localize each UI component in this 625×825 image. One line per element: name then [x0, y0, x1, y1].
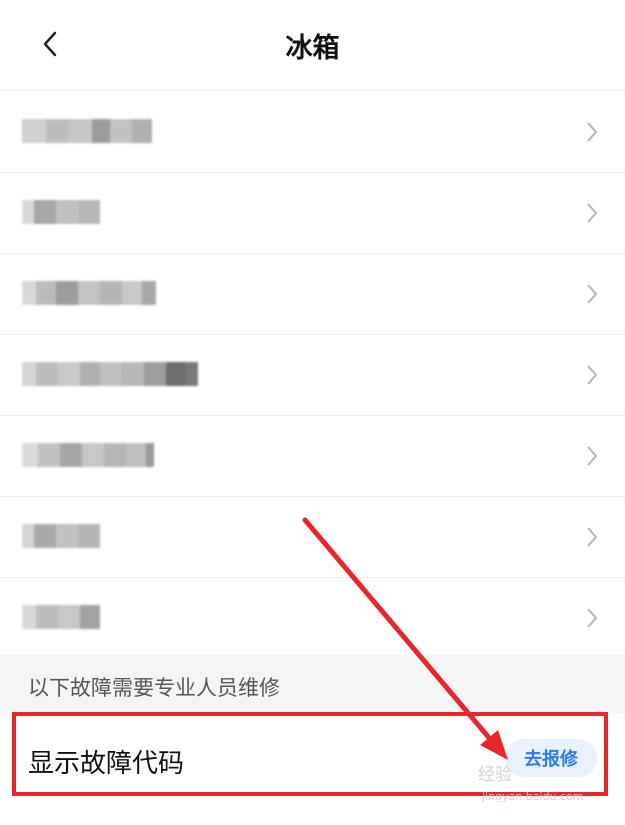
fault-list	[0, 92, 625, 659]
chevron-right-icon	[587, 203, 598, 223]
list-item[interactable]	[0, 578, 625, 659]
obscured-label	[22, 362, 198, 386]
chevron-right-icon	[587, 365, 598, 385]
list-item[interactable]	[0, 92, 625, 173]
list-item[interactable]	[0, 335, 625, 416]
obscured-label	[22, 605, 100, 629]
watermark-url: jingyan.baidu.com	[482, 790, 584, 803]
obscured-label	[22, 281, 156, 305]
list-item[interactable]	[0, 173, 625, 254]
chevron-right-icon	[587, 527, 598, 547]
chevron-right-icon	[587, 608, 598, 628]
list-item[interactable]	[0, 497, 625, 578]
section-header-label: 以下故障需要专业人员维修	[28, 676, 280, 700]
obscured-label	[22, 524, 100, 548]
watermark: 经验	[478, 765, 512, 785]
obscured-label	[22, 443, 154, 467]
chevron-right-icon	[587, 446, 598, 466]
obscured-label	[22, 119, 152, 143]
chevron-right-icon	[587, 284, 598, 304]
top-bar: 冰箱	[0, 0, 625, 91]
chevron-right-icon	[587, 122, 598, 142]
section-header: 以下故障需要专业人员维修	[0, 655, 625, 713]
annotation-highlight-box	[12, 712, 608, 796]
list-item[interactable]	[0, 416, 625, 497]
list-item[interactable]	[0, 254, 625, 335]
page-title: 冰箱	[285, 33, 340, 64]
obscured-label	[22, 200, 100, 224]
